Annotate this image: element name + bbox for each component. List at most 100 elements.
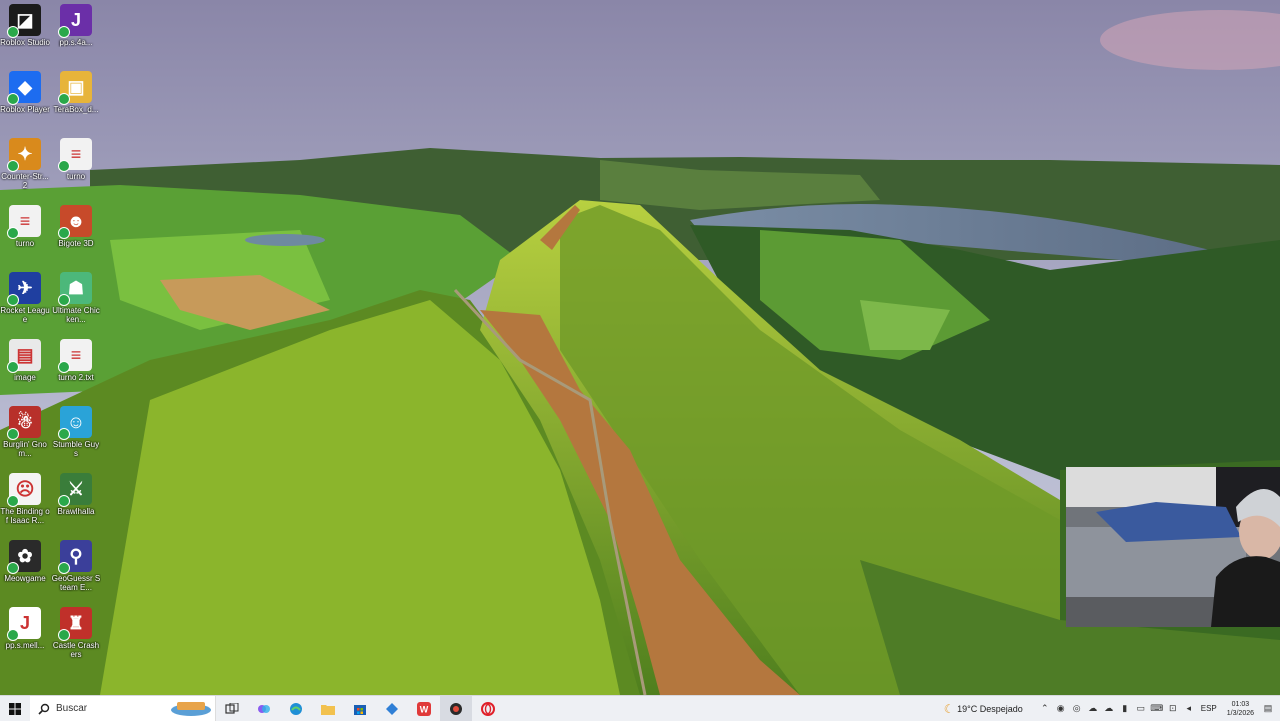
desktop-icon[interactable]: Jpp.s.mell... xyxy=(0,603,50,669)
desktop-icon-label: TeraBox_d... xyxy=(53,105,99,114)
system-tray: ☾ 19°C Despejado ⌃ ◉ ◎ ☁ ☁ ▮ ▭ ⌨ ⊡ ◂ ESP… xyxy=(941,696,1280,721)
keyboard-icon[interactable]: ⌨ xyxy=(1150,703,1163,715)
search-placeholder: Buscar xyxy=(56,703,88,714)
desktop-icon[interactable]: ☗ Ultimate Chicken... xyxy=(51,268,101,334)
desktop-icon[interactable]: ☃ Burglin' Gnom... xyxy=(0,402,50,468)
desktop-icon-label: Bigote 3D xyxy=(58,239,94,248)
tray-icon-app[interactable]: ◎ xyxy=(1071,703,1083,715)
desktop-icon[interactable]: ≡ turno xyxy=(51,134,101,200)
taskbar-opera[interactable] xyxy=(472,696,504,721)
document-icon: ≡ xyxy=(7,205,41,239)
clock-time: 01:03 xyxy=(1231,700,1250,708)
folder-icon: ▣ xyxy=(58,71,92,105)
desktop-icon[interactable]: ⚔ Brawlhalla xyxy=(51,469,101,535)
opera-icon xyxy=(481,701,495,716)
taskbar-wps[interactable]: W xyxy=(408,696,440,721)
sync-status-icon xyxy=(7,361,19,373)
tray-icon-record[interactable]: ◉ xyxy=(1055,703,1067,715)
desktop-icon[interactable]: Jpp.s.4a... xyxy=(51,0,101,66)
desktop-icon[interactable]: ◆ Roblox Player xyxy=(0,67,50,133)
game-icon: ♜ xyxy=(58,607,92,641)
game-icon: ☃ xyxy=(7,406,41,440)
game-icon: ☹ xyxy=(7,473,41,507)
desktop-icon[interactable]: ♜ Castle Crashers xyxy=(51,603,101,669)
copilot-icon xyxy=(258,704,270,713)
document-icon: ≡ xyxy=(58,138,92,172)
folder-icon xyxy=(321,704,335,715)
sync-status-icon xyxy=(7,428,19,440)
taskbar: Buscar W ☾ 19°C Despejado ⌃ ◉ ◎ ☁ ☁ ▮ ▭ … xyxy=(0,695,1280,721)
taskbar-edge[interactable] xyxy=(280,696,312,721)
desktop-icon[interactable]: ≡ turno xyxy=(0,201,50,267)
task-view-icon xyxy=(225,702,239,714)
sync-status-icon xyxy=(58,361,70,373)
wps-icon: W xyxy=(417,701,431,716)
game-icon: ☺ xyxy=(58,406,92,440)
webcam-overlay xyxy=(1066,467,1280,627)
sync-status-icon xyxy=(58,428,70,440)
desktop-icon-label: image xyxy=(14,373,36,382)
taskbar-search-box[interactable]: Buscar xyxy=(30,696,216,721)
app-icon: J xyxy=(7,607,41,641)
app-icon: J xyxy=(58,4,92,38)
desktop-icon-label: Meowgame xyxy=(4,574,46,583)
desktop-icon-label: Roblox Player xyxy=(0,105,50,114)
network-icon[interactable]: ⊡ xyxy=(1167,703,1179,715)
game-icon: ⚔ xyxy=(58,473,92,507)
microphone-icon[interactable]: ▮ xyxy=(1119,703,1131,715)
desktop-icon[interactable]: ✿ Meowgame xyxy=(0,536,50,602)
desktop-icon-label: turno xyxy=(15,239,35,248)
desktop-icon-label: Counter-Str... 2 xyxy=(1,172,49,190)
taskbar-app-blue[interactable] xyxy=(376,696,408,721)
taskbar-file-explorer[interactable] xyxy=(312,696,344,721)
game-icon: ☗ xyxy=(58,272,92,306)
taskbar-copilot[interactable] xyxy=(248,696,280,721)
chevron-up-icon[interactable]: ⌃ xyxy=(1039,703,1051,715)
app-icon xyxy=(450,702,462,715)
image-icon: ▤ xyxy=(7,339,41,373)
desktop-icon-label: pp.s.4a... xyxy=(59,38,93,47)
weather-text[interactable]: 19°C Despejado xyxy=(957,704,1023,714)
desktop-icon[interactable]: ☹ The Binding of Isaac R... xyxy=(0,469,50,535)
task-view-button[interactable] xyxy=(216,696,248,721)
sync-status-icon xyxy=(58,26,70,38)
sync-status-icon xyxy=(58,562,70,574)
desktop-icon-label: The Binding of Isaac R... xyxy=(0,507,50,525)
desktop-icon[interactable]: ☻ Bigote 3D xyxy=(51,201,101,267)
desktop-icon[interactable]: ▣ TeraBox_d... xyxy=(51,67,101,133)
weather-icon[interactable]: ☾ xyxy=(943,702,955,716)
volume-icon[interactable]: ◂ xyxy=(1183,703,1195,715)
desktop-icon[interactable]: ⚲ GeoGuessr Steam E... xyxy=(51,536,101,602)
desktop-icon-label: turno xyxy=(66,172,86,181)
taskbar-app-active[interactable] xyxy=(440,696,472,721)
sync-status-icon xyxy=(7,26,19,38)
language-indicator[interactable]: ESP xyxy=(1201,704,1217,713)
cloud-icon[interactable]: ☁ xyxy=(1087,703,1099,715)
sync-status-icon xyxy=(58,495,70,507)
search-highlight-icon xyxy=(171,702,211,716)
rocket-league-icon: ✈ xyxy=(7,272,41,306)
display-icon[interactable]: ▭ xyxy=(1135,703,1147,715)
onedrive-icon[interactable]: ☁ xyxy=(1103,703,1115,715)
sync-status-icon xyxy=(7,160,19,172)
taskbar-store[interactable] xyxy=(344,696,376,721)
start-button[interactable] xyxy=(0,696,30,721)
desktop-icon[interactable]: ✈ Rocket League xyxy=(0,268,50,334)
desktop-icon-label: Castle Crashers xyxy=(52,641,100,659)
desktop-icon[interactable]: ≡ turno 2.txt xyxy=(51,335,101,401)
notifications-icon[interactable]: ▤ xyxy=(1262,703,1274,715)
edge-icon xyxy=(290,702,302,715)
sync-status-icon xyxy=(58,227,70,239)
desktop-icon[interactable]: ✦ Counter-Str... 2 xyxy=(0,134,50,200)
desktop-icon[interactable]: ▤ image xyxy=(0,335,50,401)
desktop-icon[interactable]: ◪ Roblox Studio xyxy=(0,0,50,66)
desktop-icon-label: Roblox Studio xyxy=(0,38,50,47)
game-icon: ☻ xyxy=(58,205,92,239)
roblox-studio-icon: ◪ xyxy=(7,4,41,38)
sync-status-icon xyxy=(7,495,19,507)
clock[interactable]: 01:03 1/3/2026 xyxy=(1227,700,1254,718)
desktop-icon[interactable]: ☺ Stumble Guys xyxy=(51,402,101,468)
sync-status-icon xyxy=(58,629,70,641)
sync-status-icon xyxy=(58,160,70,172)
sync-status-icon xyxy=(7,93,19,105)
